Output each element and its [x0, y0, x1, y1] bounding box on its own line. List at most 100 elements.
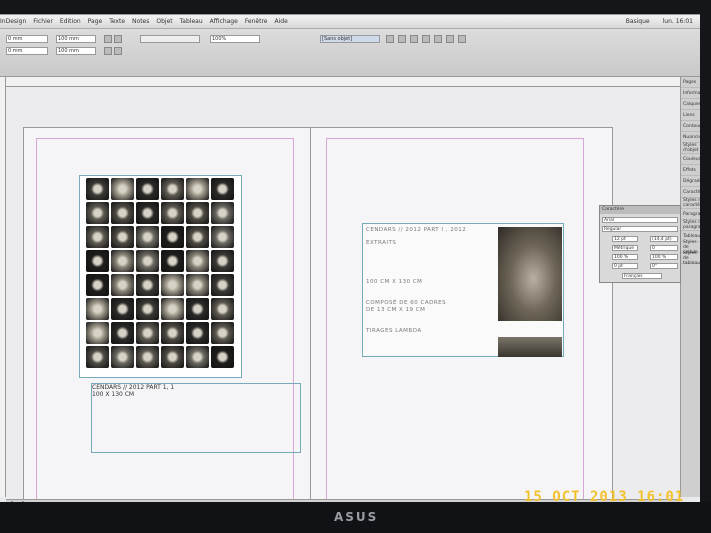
- y-field[interactable]: 0 mm: [6, 47, 48, 55]
- menu-item[interactable]: Objet: [156, 18, 172, 25]
- grid-thumbnail[interactable]: [161, 178, 184, 200]
- grid-thumbnail[interactable]: [86, 274, 109, 296]
- grid-thumbnail[interactable]: [211, 226, 234, 248]
- align-left-icon[interactable]: [434, 35, 442, 43]
- menu-item[interactable]: Texte: [109, 18, 125, 25]
- dock-item[interactable]: Informations: [681, 88, 700, 99]
- font-style-select[interactable]: Regular: [602, 226, 678, 232]
- align-icon[interactable]: [114, 47, 122, 55]
- dock-item[interactable]: Effets: [681, 165, 700, 176]
- grid-thumbnail[interactable]: [211, 178, 234, 200]
- grid-thumbnail[interactable]: [186, 322, 209, 344]
- dock-item[interactable]: Pages: [681, 77, 700, 88]
- x-field[interactable]: 0 mm: [6, 35, 48, 43]
- dock-item[interactable]: Liens: [681, 110, 700, 121]
- grid-thumbnail[interactable]: [186, 274, 209, 296]
- grid-thumbnail[interactable]: [161, 274, 184, 296]
- dock-item[interactable]: Nuancier: [681, 132, 700, 143]
- menu-item[interactable]: Notes: [132, 18, 149, 25]
- dock-item[interactable]: Styles d'objet: [681, 143, 700, 154]
- align-center-icon[interactable]: [446, 35, 454, 43]
- grid-thumbnail[interactable]: [161, 346, 184, 368]
- menu-item[interactable]: Edition: [60, 18, 81, 25]
- photo-secondary[interactable]: [498, 337, 562, 357]
- grid-thumbnail[interactable]: [161, 202, 184, 224]
- baseline-field[interactable]: 0 pt: [612, 263, 638, 269]
- dock-item[interactable]: Calques: [681, 99, 700, 110]
- menu-item[interactable]: Affichage: [210, 18, 238, 25]
- vertical-scale-field[interactable]: 100 %: [612, 254, 638, 260]
- grid-thumbnail[interactable]: [161, 298, 184, 320]
- horizontal-scale-field[interactable]: 100 %: [650, 254, 678, 260]
- grid-thumbnail[interactable]: [136, 202, 159, 224]
- grid-thumbnail[interactable]: [136, 178, 159, 200]
- shear-icon[interactable]: [104, 47, 112, 55]
- kerning-field[interactable]: Métrique: [612, 245, 638, 251]
- flip-icon[interactable]: [114, 35, 122, 43]
- dock-item[interactable]: Styles de paragraphe: [681, 220, 700, 231]
- grid-thumbnail[interactable]: [211, 322, 234, 344]
- character-panel-tab[interactable]: Caractère: [600, 206, 680, 214]
- grid-thumbnail[interactable]: [211, 298, 234, 320]
- grid-thumbnail[interactable]: [136, 250, 159, 272]
- center-content-icon[interactable]: [398, 35, 406, 43]
- grid-thumbnail[interactable]: [111, 346, 134, 368]
- menu-item[interactable]: Fenêtre: [245, 18, 268, 25]
- dock-item[interactable]: Caractère: [681, 187, 700, 198]
- menu-item[interactable]: Aide: [275, 18, 288, 25]
- photo-ashtray[interactable]: [498, 227, 562, 321]
- grid-thumbnail[interactable]: [136, 274, 159, 296]
- menu-item[interactable]: Tableau: [180, 18, 203, 25]
- zoom-field[interactable]: 100%: [210, 35, 260, 43]
- grid-thumbnail[interactable]: [86, 178, 109, 200]
- font-select[interactable]: Arial: [602, 217, 678, 223]
- dock-item[interactable]: Contour: [681, 121, 700, 132]
- dock-item[interactable]: Styles de caractère: [681, 198, 700, 209]
- grid-thumbnail[interactable]: [136, 226, 159, 248]
- workspace-label[interactable]: Basique: [626, 18, 650, 25]
- grid-thumbnail[interactable]: [111, 322, 134, 344]
- grid-thumbnail[interactable]: [136, 298, 159, 320]
- grid-thumbnail[interactable]: [186, 346, 209, 368]
- menu-item[interactable]: Fichier: [33, 18, 53, 25]
- grid-thumbnail[interactable]: [86, 298, 109, 320]
- stroke-field[interactable]: [140, 35, 200, 43]
- grid-thumbnail[interactable]: [136, 322, 159, 344]
- grid-thumbnail[interactable]: [161, 322, 184, 344]
- grid-thumbnail[interactable]: [111, 202, 134, 224]
- horizontal-ruler[interactable]: [6, 77, 680, 87]
- grid-thumbnail[interactable]: [161, 250, 184, 272]
- font-size-field[interactable]: 12 pt: [612, 236, 638, 242]
- image-grid[interactable]: [86, 178, 234, 368]
- object-style-field[interactable]: [Sans objet]: [320, 35, 380, 43]
- skew-field[interactable]: 0°: [650, 263, 678, 269]
- grid-thumbnail[interactable]: [86, 322, 109, 344]
- dock-item[interactable]: Paragraphe: [681, 209, 700, 220]
- dock-item[interactable]: Dégradé: [681, 176, 700, 187]
- rotate-icon[interactable]: [104, 35, 112, 43]
- leading-field[interactable]: (14,4 pt): [650, 236, 678, 242]
- menu-item[interactable]: Page: [88, 18, 103, 25]
- tracking-field[interactable]: 0: [650, 245, 678, 251]
- grid-thumbnail[interactable]: [186, 178, 209, 200]
- grid-thumbnail[interactable]: [86, 226, 109, 248]
- grid-thumbnail[interactable]: [161, 226, 184, 248]
- grid-thumbnail[interactable]: [86, 346, 109, 368]
- grid-thumbnail[interactable]: [111, 298, 134, 320]
- grid-thumbnail[interactable]: [111, 274, 134, 296]
- w-field[interactable]: 100 mm: [56, 35, 96, 43]
- dock-item[interactable]: Couleur: [681, 154, 700, 165]
- grid-thumbnail[interactable]: [186, 298, 209, 320]
- grid-thumbnail[interactable]: [86, 202, 109, 224]
- grid-thumbnail[interactable]: [211, 250, 234, 272]
- grid-thumbnail[interactable]: [211, 346, 234, 368]
- menu-item[interactable]: InDesign: [0, 18, 26, 25]
- grid-thumbnail[interactable]: [111, 250, 134, 272]
- grid-thumbnail[interactable]: [86, 250, 109, 272]
- grid-thumbnail[interactable]: [186, 226, 209, 248]
- language-select[interactable]: Français: [622, 273, 662, 279]
- grid-thumbnail[interactable]: [186, 250, 209, 272]
- h-field[interactable]: 100 mm: [56, 47, 96, 55]
- align-right-icon[interactable]: [458, 35, 466, 43]
- grid-thumbnail[interactable]: [136, 346, 159, 368]
